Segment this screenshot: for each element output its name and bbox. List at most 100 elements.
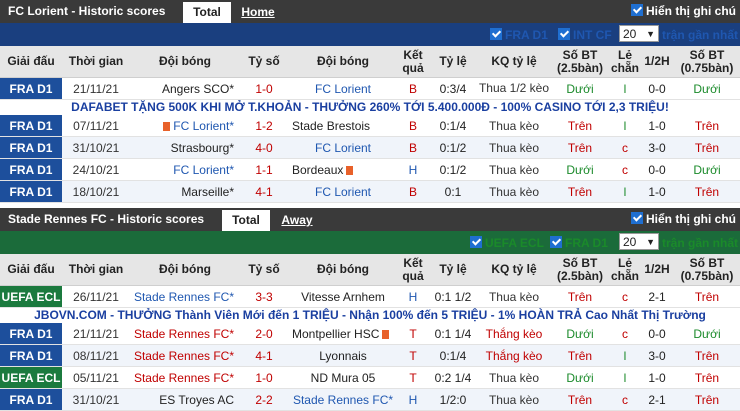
goals-result: Dưới <box>550 323 610 345</box>
section1-table-rest: FRA D1 07/11/21 FC Lorient* 1-2 Stade Br… <box>0 115 740 203</box>
half-score: 0-0 <box>640 77 674 100</box>
home-team[interactable]: FC Lorient* <box>130 115 240 137</box>
league-badge[interactable]: FRA D1 <box>0 158 62 181</box>
filter-uefa-ecl[interactable]: UEFA ECL <box>470 236 544 250</box>
away-team[interactable]: FC Lorient <box>288 77 398 100</box>
away-team[interactable]: FC Lorient <box>288 136 398 159</box>
col-result: Kết quả <box>398 46 428 78</box>
match-score[interactable]: 1-0 <box>240 77 288 100</box>
filter-int-cf[interactable]: INT CF <box>558 28 612 42</box>
home-team[interactable]: Stade Rennes FC* <box>130 285 240 308</box>
col-lc: Lẻ chẵn <box>610 254 640 286</box>
chevron-down-icon: ▼ <box>646 237 655 247</box>
match-score[interactable]: 4-1 <box>240 180 288 203</box>
show-notes-label: Hiển thị ghi chú <box>646 212 736 226</box>
promo-banner[interactable]: DAFABET TẶNG 500K KHI MỞ T.KHOẢN - THƯỞN… <box>0 100 740 115</box>
col-away: Đội bóng <box>288 46 398 78</box>
count-suffix: trận gần nhất <box>662 236 739 250</box>
goals-result: Trên <box>550 285 610 308</box>
col-bt2: Số BT (0.75bàn) <box>674 254 740 286</box>
away-team[interactable]: Bordeaux <box>288 158 398 181</box>
tab-away[interactable]: Away <box>273 210 321 231</box>
away-team[interactable]: Montpellier HSC <box>288 323 398 345</box>
goals-result: Dưới <box>550 77 610 100</box>
home-team[interactable]: Marseille* <box>130 180 240 203</box>
col-date: Thời gian <box>62 254 130 286</box>
odd-even: c <box>610 158 640 181</box>
match-score[interactable]: 4-1 <box>240 344 288 367</box>
tab-home[interactable]: Home <box>234 2 282 23</box>
odd-even: l <box>610 344 640 367</box>
col-half: 1/2H <box>640 46 674 78</box>
col-bt2: Số BT (0.75bàn) <box>674 46 740 78</box>
checkbox-icon[interactable] <box>490 28 502 40</box>
league-badge[interactable]: FRA D1 <box>0 180 62 203</box>
odd-even: l <box>610 115 640 137</box>
odd-even: c <box>610 285 640 308</box>
count-select[interactable]: 20 ▼ <box>619 233 659 250</box>
match-score[interactable]: 1-2 <box>240 115 288 137</box>
handicap-result: Thắng kèo <box>478 323 550 345</box>
count-select[interactable]: 20 ▼ <box>619 25 659 42</box>
col-lc: Lẻ chẵn <box>610 46 640 78</box>
odd-even: l <box>610 77 640 100</box>
away-team[interactable]: Stade Brestois <box>288 115 398 137</box>
away-team[interactable]: Lyonnais <box>288 344 398 367</box>
show-notes-toggle[interactable]: Hiển thị ghi chú <box>631 212 736 226</box>
home-team[interactable]: Angers SCO* <box>130 77 240 100</box>
league-badge[interactable]: UEFA ECL <box>0 285 62 308</box>
checkbox-icon[interactable] <box>558 28 570 40</box>
checkbox-icon[interactable] <box>470 236 482 248</box>
col-ratio: Tỷ lệ <box>428 46 478 78</box>
col-score: Tỷ số <box>240 46 288 78</box>
home-team[interactable]: FC Lorient* <box>130 158 240 181</box>
goals-result: Dưới <box>550 158 610 181</box>
away-team[interactable]: ND Mura 05 <box>288 366 398 389</box>
checkbox-icon[interactable] <box>550 236 562 248</box>
goals-result-2: Trên <box>674 115 740 137</box>
match-result: B <box>398 77 428 100</box>
section1-table: Giải đấu Thời gian Đội bóng Tỷ số Đội bó… <box>0 46 740 100</box>
section1-title: FC Lorient - Historic scores <box>8 4 166 18</box>
match-score[interactable]: 1-0 <box>240 366 288 389</box>
match-score[interactable]: 2-0 <box>240 323 288 345</box>
handicap: 0:1/4 <box>428 115 478 137</box>
match-score[interactable]: 3-3 <box>240 285 288 308</box>
league-badge[interactable]: UEFA ECL <box>0 366 62 389</box>
home-team[interactable]: Stade Rennes FC* <box>130 344 240 367</box>
match-date: 31/10/21 <box>62 136 130 159</box>
show-notes-toggle[interactable]: Hiển thị ghi chú <box>631 4 736 18</box>
home-team[interactable]: Stade Rennes FC* <box>130 366 240 389</box>
league-badge[interactable]: FRA D1 <box>0 344 62 367</box>
handicap: 0:1/2 <box>428 158 478 181</box>
table-row: UEFA ECL 05/11/21 Stade Rennes FC* 1-0 N… <box>0 366 740 389</box>
league-badge[interactable]: FRA D1 <box>0 323 62 345</box>
handicap-result: Thua kèo <box>478 136 550 159</box>
filter-fra-d1[interactable]: FRA D1 <box>550 236 608 250</box>
league-badge[interactable]: FRA D1 <box>0 136 62 159</box>
league-badge[interactable]: FRA D1 <box>0 115 62 137</box>
col-league: Giải đấu <box>0 46 62 78</box>
filter-fra-d1[interactable]: FRA D1 <box>490 28 548 42</box>
match-score[interactable]: 1-1 <box>240 158 288 181</box>
tab-total[interactable]: Total <box>222 210 270 231</box>
checkbox-icon[interactable] <box>631 4 643 16</box>
away-team[interactable]: FC Lorient <box>288 180 398 203</box>
half-score: 2-1 <box>640 285 674 308</box>
promo-banner[interactable]: JBOVN.COM - THƯỞNG Thành Viên Mới đến 1 … <box>0 308 740 323</box>
league-badge[interactable]: FRA D1 <box>0 77 62 100</box>
handicap-result: Thua 1/2 kèo <box>478 77 550 100</box>
checkbox-icon[interactable] <box>631 212 643 224</box>
goals-result-2: Dưới <box>674 323 740 345</box>
goals-result: Trên <box>550 180 610 203</box>
home-team[interactable]: Strasbourg* <box>130 136 240 159</box>
section2-title: Stade Rennes FC - Historic scores <box>8 212 205 226</box>
match-result: H <box>398 158 428 181</box>
handicap-result: Thua kèo <box>478 285 550 308</box>
table-row: UEFA ECL 26/11/21 Stade Rennes FC* 3-3 V… <box>0 285 740 308</box>
match-score[interactable]: 4-0 <box>240 136 288 159</box>
away-team[interactable]: Vitesse Arnhem <box>288 285 398 308</box>
home-team[interactable]: Stade Rennes FC* <box>130 323 240 345</box>
handicap: 0:1 1/2 <box>428 285 478 308</box>
tab-total[interactable]: Total <box>183 2 231 23</box>
